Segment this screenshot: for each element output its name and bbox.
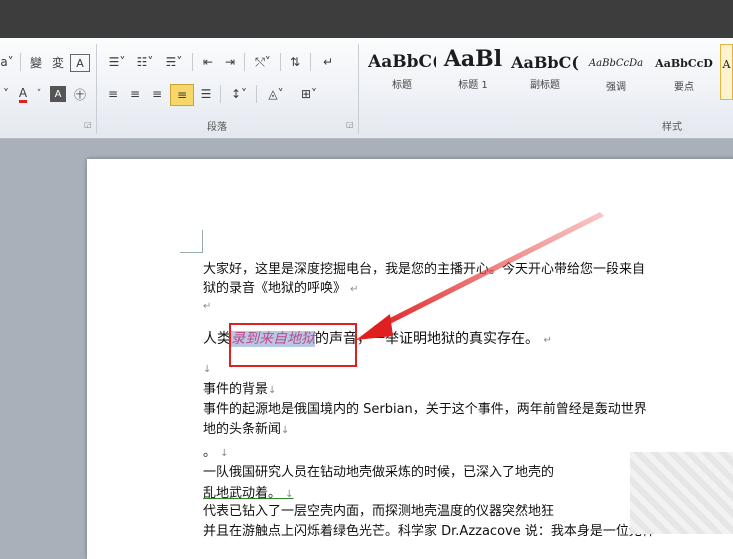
annotation-arrow-icon: [356, 212, 604, 340]
